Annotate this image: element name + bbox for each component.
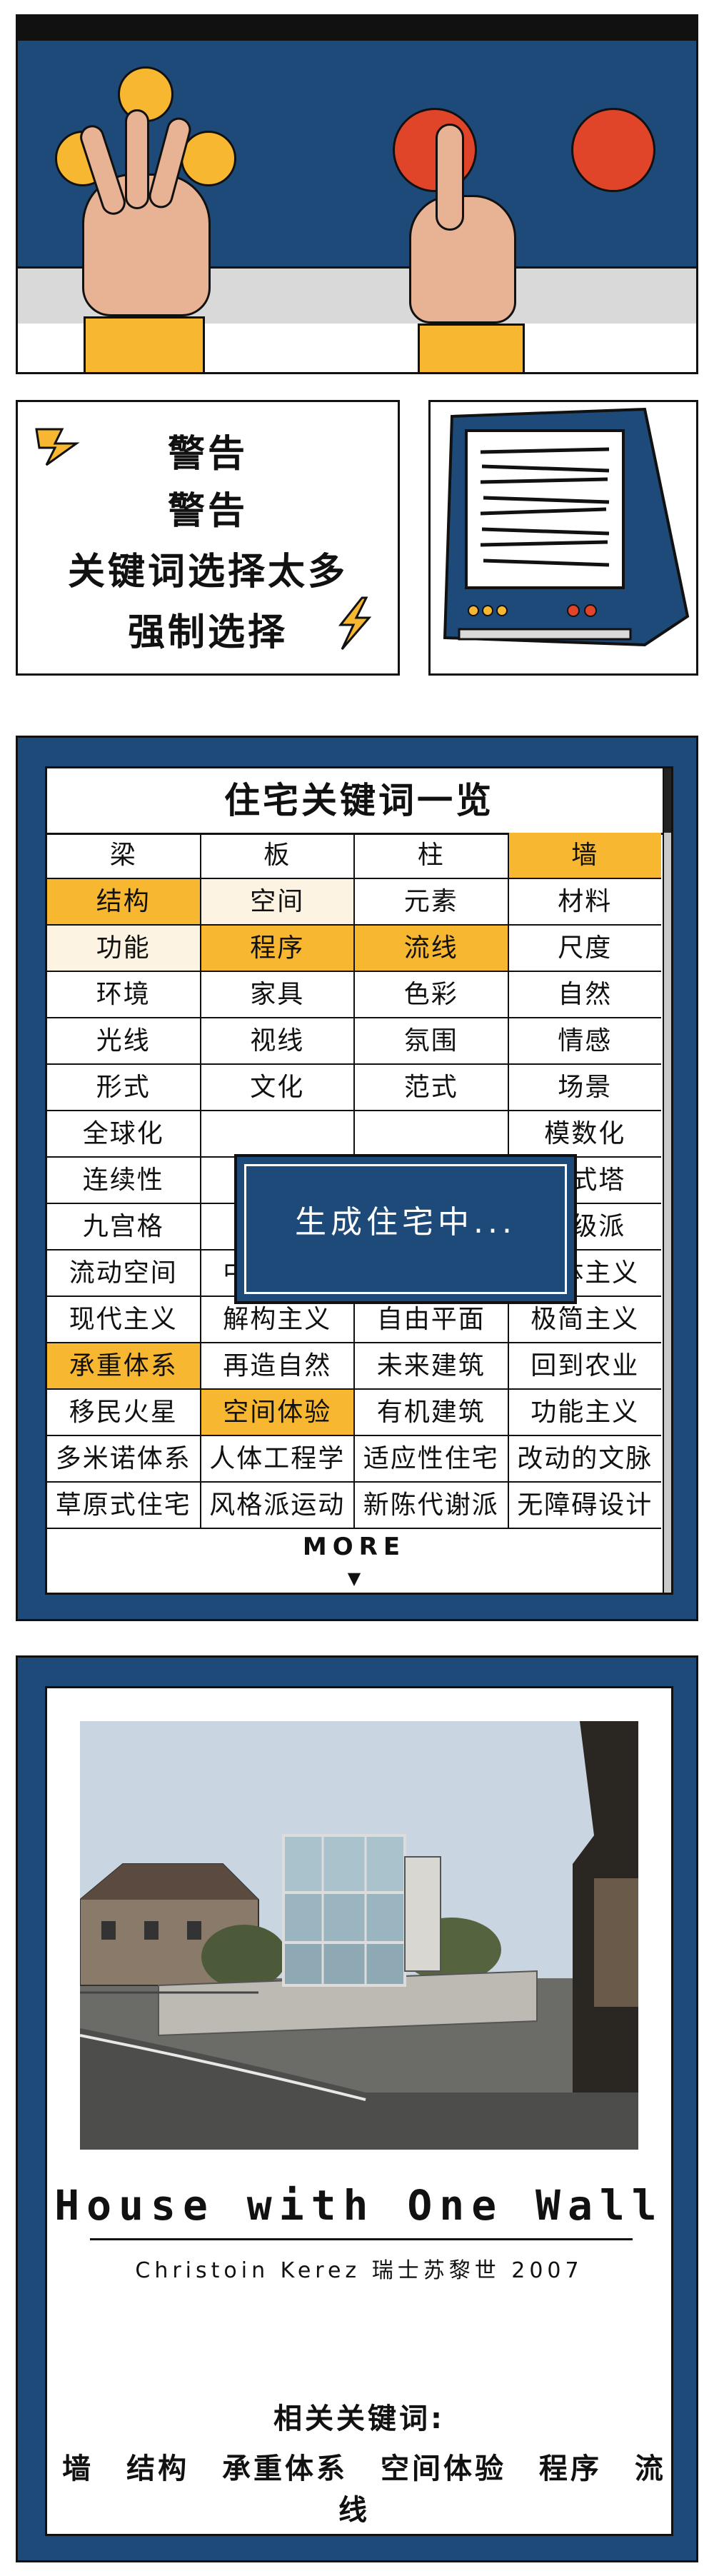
keyword-cell[interactable]: 柱 — [355, 833, 509, 878]
keyword-table-title: 住宅关键词一览 — [47, 768, 671, 835]
related-keywords-list: 墙 结构 承重体系 空间体验 程序 流线 — [47, 2445, 671, 2528]
keyword-cell[interactable]: 适应性住宅 — [355, 1436, 509, 1481]
keyword-row: 承重体系 再造自然 未来建筑 回到农业 — [47, 1343, 661, 1390]
keyword-cell[interactable] — [201, 1111, 355, 1156]
keyword-row: 梁板柱墙 — [47, 833, 661, 879]
related-keyword: 墙 — [62, 2452, 94, 2485]
keyword-cell[interactable]: 色彩 — [355, 972, 509, 1017]
right-sleeve-cuff — [418, 324, 525, 372]
arcade-monitor-illustration — [428, 400, 698, 676]
warning-text-line-3: 关键词选择太多 — [67, 551, 348, 593]
keyword-cell[interactable]: 视线 — [201, 1018, 355, 1063]
keyword-cell[interactable]: 功能 — [47, 926, 201, 971]
related-keyword: 程序 — [538, 2452, 602, 2485]
keyword-cell[interactable]: 形式 — [47, 1065, 201, 1110]
keyword-cell[interactable]: 功能主义 — [509, 1390, 662, 1435]
related-keyword: 空间体验 — [380, 2452, 506, 2485]
title-underline — [90, 2238, 633, 2240]
keyword-row: 环境 家具 色彩 自然 — [47, 972, 661, 1018]
more-button[interactable]: MORE — [47, 1533, 661, 1561]
keyword-cell[interactable]: 空间体验 — [201, 1390, 355, 1435]
project-meta: Christoin Kerez 瑞士苏黎世 2007 — [135, 2258, 583, 2283]
keyword-cell[interactable]: 空间 — [201, 879, 355, 924]
keyword-cell[interactable]: 结构 — [47, 879, 201, 924]
keyword-cell[interactable]: 家具 — [201, 972, 355, 1017]
generating-dialog: 生成住宅中... — [234, 1154, 577, 1304]
keyword-cell[interactable]: 流动空间 — [47, 1251, 201, 1295]
keyword-cell[interactable]: 文化 — [201, 1065, 355, 1110]
left-sleeve-cuff — [84, 316, 205, 372]
keyword-cell[interactable]: 程序 — [201, 926, 355, 971]
keyword-cell[interactable]: 草原式住宅 — [47, 1483, 201, 1528]
keyword-cell[interactable]: 多米诺体系 — [47, 1436, 201, 1481]
related-keyword: 承重体系 — [222, 2452, 348, 2485]
keyword-cell[interactable]: 板 — [201, 833, 355, 878]
keyword-cell[interactable]: 尺度 — [509, 926, 662, 971]
keyword-cell[interactable]: 连续性 — [47, 1158, 201, 1203]
keyword-cell[interactable]: 范式 — [355, 1065, 509, 1110]
scrollbar-track[interactable] — [663, 768, 671, 1593]
keyword-cell[interactable]: 全球化 — [47, 1111, 201, 1156]
keyword-row: 全球化 模数化 — [47, 1111, 661, 1158]
keyword-cell[interactable]: 光线 — [47, 1018, 201, 1063]
keyword-cell[interactable]: 场景 — [509, 1065, 662, 1110]
right-hand-pointing-finger — [436, 124, 464, 231]
scrollbar-thumb[interactable] — [664, 768, 671, 833]
keyword-table-window: 住宅关键词一览 梁板柱墙结构 空间 元素 材料 功能 程序 流线 尺度 环境 家具 色彩 自然 光线 视线… — [45, 766, 673, 1595]
generating-dialog-text: 生成住宅中... — [295, 1204, 516, 1241]
project-panel: House with One Wall Christoin Kerez 瑞士苏黎… — [16, 1655, 698, 2562]
left-hand-finger — [125, 109, 149, 209]
keyword-cell[interactable]: 环境 — [47, 972, 201, 1017]
keyword-row: 结构 空间 元素 材料 — [47, 879, 661, 926]
keyword-cell[interactable]: 材料 — [509, 879, 662, 924]
keyword-cell[interactable]: 流线 — [355, 926, 509, 971]
keyword-cell[interactable]: 有机建筑 — [355, 1390, 509, 1435]
keyword-cell[interactable]: 元素 — [355, 879, 509, 924]
keyword-cell[interactable]: 现代主义 — [47, 1297, 201, 1342]
keyword-cell[interactable]: 氛围 — [355, 1018, 509, 1063]
keyword-cell[interactable]: 人体工程学 — [201, 1436, 355, 1481]
keyword-cell[interactable]: 改动的文脉 — [509, 1436, 662, 1481]
project-photo — [80, 1721, 638, 2150]
keyword-cell[interactable]: 墙 — [508, 833, 661, 878]
arcade-hands-illustration — [16, 14, 698, 374]
keyword-row: 移民火星 空间体验 有机建筑 功能主义 — [47, 1390, 661, 1436]
project-title: House with One Wall — [54, 2181, 664, 2230]
keyword-row: 光线 视线 氛围 情感 — [47, 1018, 661, 1065]
chevron-down-icon[interactable]: ▼ — [47, 1568, 661, 1588]
related-keywords-label: 相关关键词: — [273, 2402, 445, 2435]
warning-text-line-4: 强制选择 — [127, 611, 288, 654]
warning-text-line-1: 警告 — [167, 433, 248, 476]
project-card: House with One Wall Christoin Kerez 瑞士苏黎… — [45, 1686, 673, 2536]
keyword-cell[interactable] — [355, 1111, 509, 1156]
warning-panel: 警告 警告 关键词选择太多 强制选择 — [16, 400, 400, 676]
yellow-arcade-button — [181, 131, 236, 186]
red-arcade-button — [571, 108, 655, 192]
warning-text-line-2: 警告 — [167, 490, 248, 533]
keyword-cell[interactable]: 梁 — [47, 833, 201, 878]
keyword-cell[interactable]: 风格派运动 — [201, 1483, 355, 1528]
keyword-cell[interactable]: 再造自然 — [201, 1343, 355, 1388]
keyword-row: 形式 文化 范式 场景 — [47, 1065, 661, 1111]
keyword-row: 功能 程序 流线 尺度 — [47, 926, 661, 972]
keyword-table-panel: 住宅关键词一览 梁板柱墙结构 空间 元素 材料 功能 程序 流线 尺度 环境 家具 色彩 自然 光线 视线… — [16, 736, 698, 1621]
keyword-cell[interactable]: 未来建筑 — [355, 1343, 509, 1388]
keyword-cell[interactable]: 模数化 — [509, 1111, 662, 1156]
keyword-cell[interactable]: 新陈代谢派 — [355, 1483, 509, 1528]
house-photo-illustration — [80, 1721, 638, 2150]
keyword-cell[interactable]: 回到农业 — [509, 1343, 662, 1388]
keyword-row: 草原式住宅 风格派运动 新陈代谢派 无障碍设计 — [47, 1483, 661, 1529]
arcade-cabinet-icon — [443, 407, 690, 647]
keyword-cell[interactable]: 自然 — [509, 972, 662, 1017]
keyword-cell[interactable]: 移民火星 — [47, 1390, 201, 1435]
keyword-cell[interactable]: 九宫格 — [47, 1204, 201, 1249]
keyword-row: 多米诺体系 人体工程学 适应性住宅 改动的文脉 — [47, 1436, 661, 1483]
related-keyword: 结构 — [126, 2452, 190, 2485]
keyword-cell[interactable]: 情感 — [509, 1018, 662, 1063]
red-arcade-button — [393, 108, 477, 192]
keyword-cell[interactable]: 承重体系 — [47, 1343, 201, 1388]
keyword-cell[interactable]: 无障碍设计 — [509, 1483, 662, 1528]
top-strip — [18, 16, 696, 41]
